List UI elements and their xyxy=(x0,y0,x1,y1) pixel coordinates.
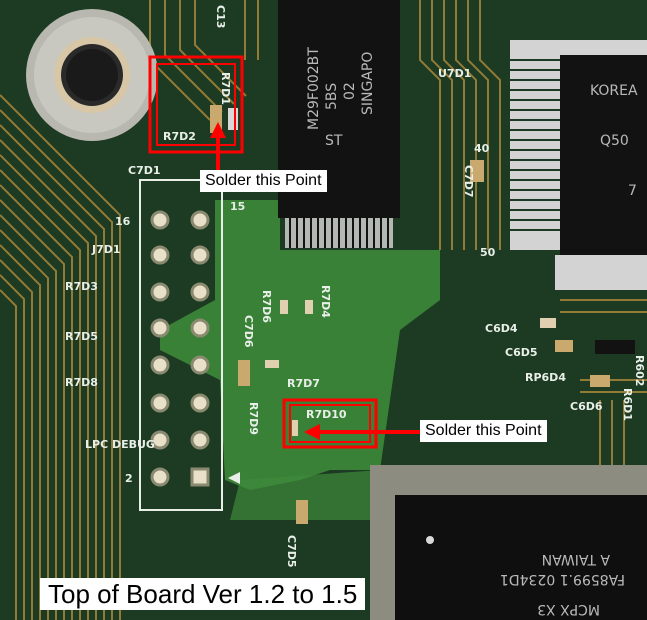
label-u7d1: U7D1 xyxy=(438,67,471,80)
board-version-caption: Top of Board Ver 1.2 to 1.5 xyxy=(40,578,366,610)
mcpx-label-2: FA8599.1 0234D1 xyxy=(500,571,625,587)
label-c7d1: C7D1 xyxy=(128,164,161,177)
mcpx-chip: A TAIWAN FA8599.1 0234D1 MCPX X3 xyxy=(370,465,647,620)
label-r7d7: R7D7 xyxy=(287,377,320,390)
t-label: 7 xyxy=(628,183,637,199)
label-r7d4: R7D4 xyxy=(319,285,332,318)
flash-label-2: 5BS xyxy=(324,83,340,110)
label-r7d2: R7D2 xyxy=(163,130,196,143)
label-c7d6: C7D6 xyxy=(242,315,255,348)
label-r602: R602 xyxy=(633,355,646,386)
flash-chip: M29F002BT 5BS 02 SINGAPO ST xyxy=(278,0,400,248)
label-pin15: 15 xyxy=(230,200,245,213)
label-r7d6: R7D6 xyxy=(260,290,273,323)
label-j7d1: J7D1 xyxy=(91,243,121,256)
solder-point-callout: Solder this Point xyxy=(420,420,547,442)
label-r7d5: R7D5 xyxy=(65,330,98,343)
label-r7d8: R7D8 xyxy=(65,376,98,389)
q50-label: Q50 xyxy=(600,133,629,149)
mounting-hole xyxy=(26,9,158,141)
mcpx-label-3: MCPX X3 xyxy=(537,601,600,617)
label-c7d5: C7D5 xyxy=(285,535,298,568)
label-50: 50 xyxy=(480,246,496,259)
solder-point-callout: Solder this Point xyxy=(200,170,327,192)
label-r7d10: R7D10 xyxy=(306,408,347,421)
label-rp6d4: RP6D4 xyxy=(525,371,566,384)
label-r7d9: R7D9 xyxy=(247,402,260,435)
label-c13: C13 xyxy=(214,5,227,28)
label-c6d5: C6D5 xyxy=(505,346,538,359)
label-c6d4: C6D4 xyxy=(485,322,518,335)
mcpx-label-1: A TAIWAN xyxy=(542,551,610,567)
flash-label-3: 02 xyxy=(342,82,358,100)
label-lpc-debug: LPC DEBUG xyxy=(85,438,155,451)
st-logo: ST xyxy=(325,133,343,149)
pcb-board-image: M29F002BT 5BS 02 SINGAPO ST KOREA Q50 7 xyxy=(0,0,647,620)
label-c7d7: C7D7 xyxy=(462,165,475,198)
label-r7d1: R7D1 xyxy=(219,72,232,105)
label-40: 40 xyxy=(474,142,490,155)
label-r6d1: R6D1 xyxy=(621,388,634,421)
flash-label-1: M29F002BT xyxy=(306,47,322,130)
label-r7d3: R7D3 xyxy=(65,280,98,293)
label-pin2: 2 xyxy=(125,472,133,485)
label-c6d6: C6D6 xyxy=(570,400,603,413)
label-pin16: 16 xyxy=(115,215,131,228)
flash-label-4: SINGAPO xyxy=(360,52,376,115)
korea-label: KOREA xyxy=(590,83,638,99)
